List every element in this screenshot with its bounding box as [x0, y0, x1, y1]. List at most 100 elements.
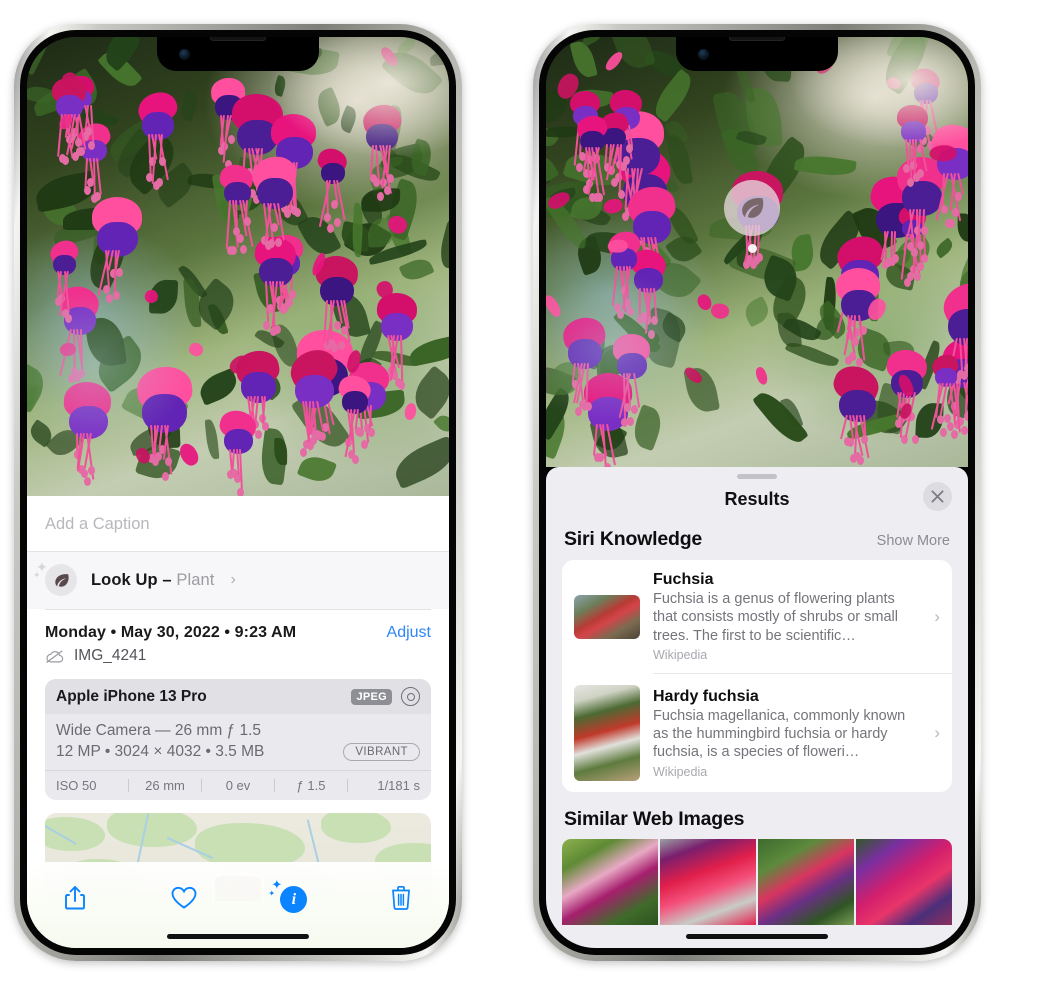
- volume-down-button[interactable]: [529, 349, 534, 405]
- similar-web-images-strip: [546, 839, 968, 926]
- fuchsia-anther: [964, 411, 968, 421]
- fuchsia-anther: [630, 405, 638, 415]
- list-item[interactable]: Fuchsia Fuchsia is a genus of flowering …: [562, 560, 952, 673]
- sparkle-icon-small: ✦: [268, 889, 276, 898]
- web-image-thumbnail[interactable]: [758, 839, 854, 926]
- trash-icon: [392, 885, 410, 910]
- fuchsia-anther: [261, 421, 269, 431]
- photo-viewer[interactable]: [546, 37, 968, 467]
- fuchsia-anther: [351, 455, 359, 465]
- fuchsia-anther: [75, 146, 83, 156]
- right-phone-device: Results Siri Knowledge Show More Fuchsia…: [533, 24, 981, 961]
- fuchsia-anther: [77, 369, 85, 378]
- list-item[interactable]: Hardy fuchsia Fuchsia magellanica, commo…: [562, 674, 952, 792]
- photo-viewer[interactable]: [27, 37, 449, 496]
- favorite-button[interactable]: [162, 878, 206, 918]
- look-up-title: Look Up –: [91, 570, 177, 589]
- siri-knowledge-card: Fuchsia Fuchsia is a genus of flowering …: [562, 560, 952, 793]
- caption-input[interactable]: Add a Caption: [27, 496, 449, 552]
- page-title: Results: [724, 489, 790, 509]
- cloud-slash-icon: [46, 650, 64, 663]
- fuchsia-anther: [87, 465, 95, 475]
- camera-card-body: Wide Camera — 26 mm ƒ 1.5 12 MP • 3024 ×…: [45, 714, 431, 770]
- file-name: IMG_4241: [74, 647, 147, 664]
- adjust-button[interactable]: Adjust: [387, 624, 431, 642]
- web-image-thumbnail[interactable]: [856, 839, 952, 926]
- left-phone-screen: Add a Caption ✦ ✦ Look Up – Plant › Mond…: [27, 37, 449, 948]
- visual-lookup-results-sheet: Results Siri Knowledge Show More Fuchsia…: [546, 467, 968, 948]
- fuchsia-anther: [237, 488, 245, 496]
- silence-switch[interactable]: [530, 210, 534, 240]
- fuchsia-anther: [916, 168, 924, 178]
- fuchsia-thumbnail: [574, 594, 640, 639]
- exif-focal: 26 mm: [145, 778, 185, 793]
- fuchsia-anther: [360, 439, 368, 449]
- info-glyph: i: [280, 886, 308, 913]
- look-up-row[interactable]: ✦ ✦ Look Up – Plant ›: [27, 552, 449, 609]
- delete-button[interactable]: [379, 878, 423, 918]
- visual-lookup-badge[interactable]: [724, 180, 780, 253]
- heart-icon: [171, 886, 197, 909]
- camera-card-header: Apple iPhone 13 Pro JPEG: [45, 679, 431, 714]
- left-phone-bezel: Add a Caption ✦ ✦ Look Up – Plant › Mond…: [20, 30, 456, 955]
- power-button[interactable]: [461, 312, 466, 404]
- fuchsia-anther: [964, 364, 968, 374]
- right-phone-screen: Results Siri Knowledge Show More Fuchsia…: [546, 37, 968, 948]
- exif-shutter: 1/181 s: [377, 778, 420, 793]
- look-up-badge: ✦ ✦: [33, 560, 77, 596]
- look-up-subject: Plant: [176, 570, 215, 589]
- fuchsia-anther: [236, 233, 244, 243]
- home-indicator[interactable]: [686, 934, 828, 939]
- fuchsia-anther: [354, 427, 362, 437]
- volume-up-button[interactable]: [529, 277, 534, 333]
- fuchsia-anther: [910, 248, 918, 258]
- fuchsia-anther: [228, 134, 236, 144]
- fuchsia-anther: [337, 340, 345, 350]
- fuchsia-anther: [65, 313, 73, 323]
- exif-row: ISO 50 26 mm 0 ev ƒ 1.5 1/181 s: [45, 770, 431, 800]
- notch: [676, 37, 838, 71]
- file-row: IMG_4241: [27, 644, 449, 677]
- fuchsia-anther: [285, 297, 293, 307]
- fuchsia-anther: [920, 225, 928, 235]
- fuchsia-anther: [331, 342, 338, 352]
- info-button[interactable]: ✦ ✦ i: [268, 878, 314, 918]
- list-item-description: Fuchsia is a genus of flowering plants t…: [653, 591, 898, 644]
- chevron-right-icon: ›: [934, 723, 940, 743]
- fuchsia-anther: [960, 426, 968, 436]
- fuchsia-anther: [951, 207, 959, 217]
- fuchsia-anther: [289, 289, 297, 299]
- fuchsia-anther: [943, 413, 951, 423]
- fuchsia-anther: [93, 192, 101, 202]
- camera-card-header-right: JPEG: [351, 687, 420, 706]
- power-button[interactable]: [980, 312, 985, 404]
- list-item-body: Fuchsia Fuchsia is a genus of flowering …: [653, 571, 919, 662]
- silence-switch[interactable]: [11, 210, 15, 240]
- list-item-source: Wikipedia: [653, 648, 708, 663]
- web-image-thumbnail[interactable]: [660, 839, 756, 926]
- fuchsia-anther: [161, 471, 169, 481]
- fuchsia-anther: [313, 429, 321, 439]
- fuchsia-anther: [323, 212, 331, 222]
- close-button[interactable]: [923, 482, 952, 511]
- look-up-label: Look Up – Plant: [91, 571, 214, 590]
- lens-icon: [401, 687, 420, 706]
- volume-down-button[interactable]: [10, 349, 15, 405]
- fuchsia-anther: [330, 200, 338, 210]
- photo-date: Monday • May 30, 2022 • 9:23 AM: [45, 624, 297, 641]
- volume-up-button[interactable]: [10, 277, 15, 333]
- share-button[interactable]: [53, 878, 97, 918]
- camera-metadata-card[interactable]: Apple iPhone 13 Pro JPEG Wide Camera — 2…: [45, 679, 431, 800]
- left-phone-device: Add a Caption ✦ ✦ Look Up – Plant › Mond…: [14, 24, 462, 961]
- image-size: 12 MP • 3024 × 4032 • 3.5 MB: [56, 743, 265, 760]
- show-more-button[interactable]: Show More: [877, 533, 950, 549]
- fuchsia-anther: [102, 285, 110, 295]
- web-image-thumbnail[interactable]: [562, 839, 658, 926]
- leaf-icon: [45, 564, 77, 596]
- fuchsia-anther: [623, 403, 631, 413]
- front-camera-icon: [698, 49, 709, 60]
- fuchsia-anther: [855, 357, 863, 367]
- fuchsia-anther: [911, 435, 919, 445]
- list-item-title: Fuchsia: [653, 571, 714, 588]
- home-indicator[interactable]: [167, 934, 309, 939]
